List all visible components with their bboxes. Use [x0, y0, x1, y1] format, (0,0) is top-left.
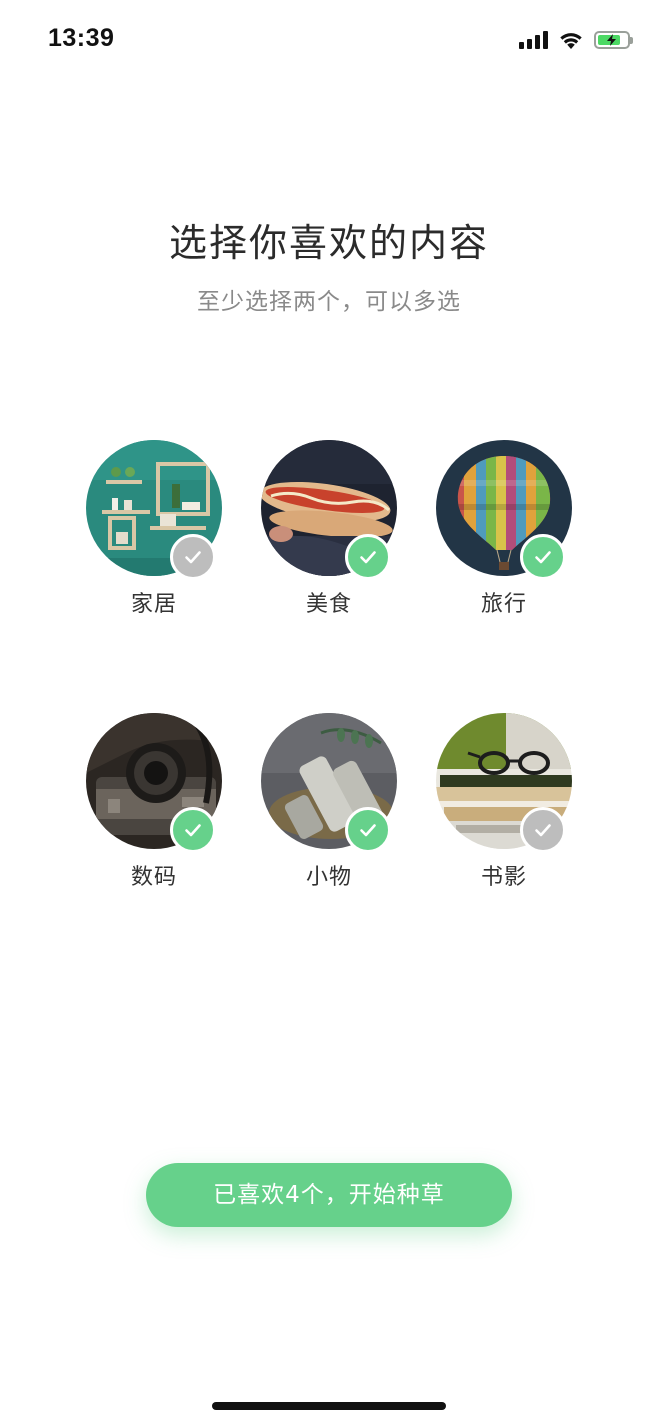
checked-icon[interactable]: [520, 534, 566, 580]
category-small-items[interactable]: 小物: [249, 713, 409, 893]
category-travel[interactable]: 旅行: [424, 440, 584, 620]
unchecked-icon[interactable]: [170, 534, 216, 580]
checked-icon[interactable]: [345, 534, 391, 580]
checked-icon[interactable]: [170, 807, 216, 853]
category-home[interactable]: 家居: [74, 440, 234, 620]
signal-icon: [519, 31, 548, 49]
status-time: 13:39: [48, 24, 115, 52]
category-label: 旅行: [480, 592, 527, 617]
category-label: 家居: [130, 592, 177, 617]
home-indicator[interactable]: [212, 1402, 446, 1410]
unchecked-icon[interactable]: [520, 807, 566, 853]
category-label: 数码: [130, 865, 177, 890]
category-food[interactable]: 美食: [249, 440, 409, 620]
category-digital[interactable]: 数码: [74, 713, 234, 893]
category-label: 小物: [305, 865, 352, 890]
page-title: 选择你喜欢的内容: [168, 221, 489, 265]
checked-icon[interactable]: [345, 807, 391, 853]
status-icons: [519, 28, 633, 52]
wifi-icon: [560, 33, 582, 49]
category-label: 美食: [305, 592, 352, 617]
battery-charging-icon: [594, 31, 633, 49]
page-subtitle: 至少选择两个，可以多选: [197, 289, 461, 315]
category-books-films[interactable]: 书影: [424, 713, 584, 893]
category-label: 书影: [480, 865, 527, 890]
status-bar: 13:39: [0, 0, 658, 80]
start-button[interactable]: 已喜欢4个，开始种草: [146, 1163, 512, 1227]
